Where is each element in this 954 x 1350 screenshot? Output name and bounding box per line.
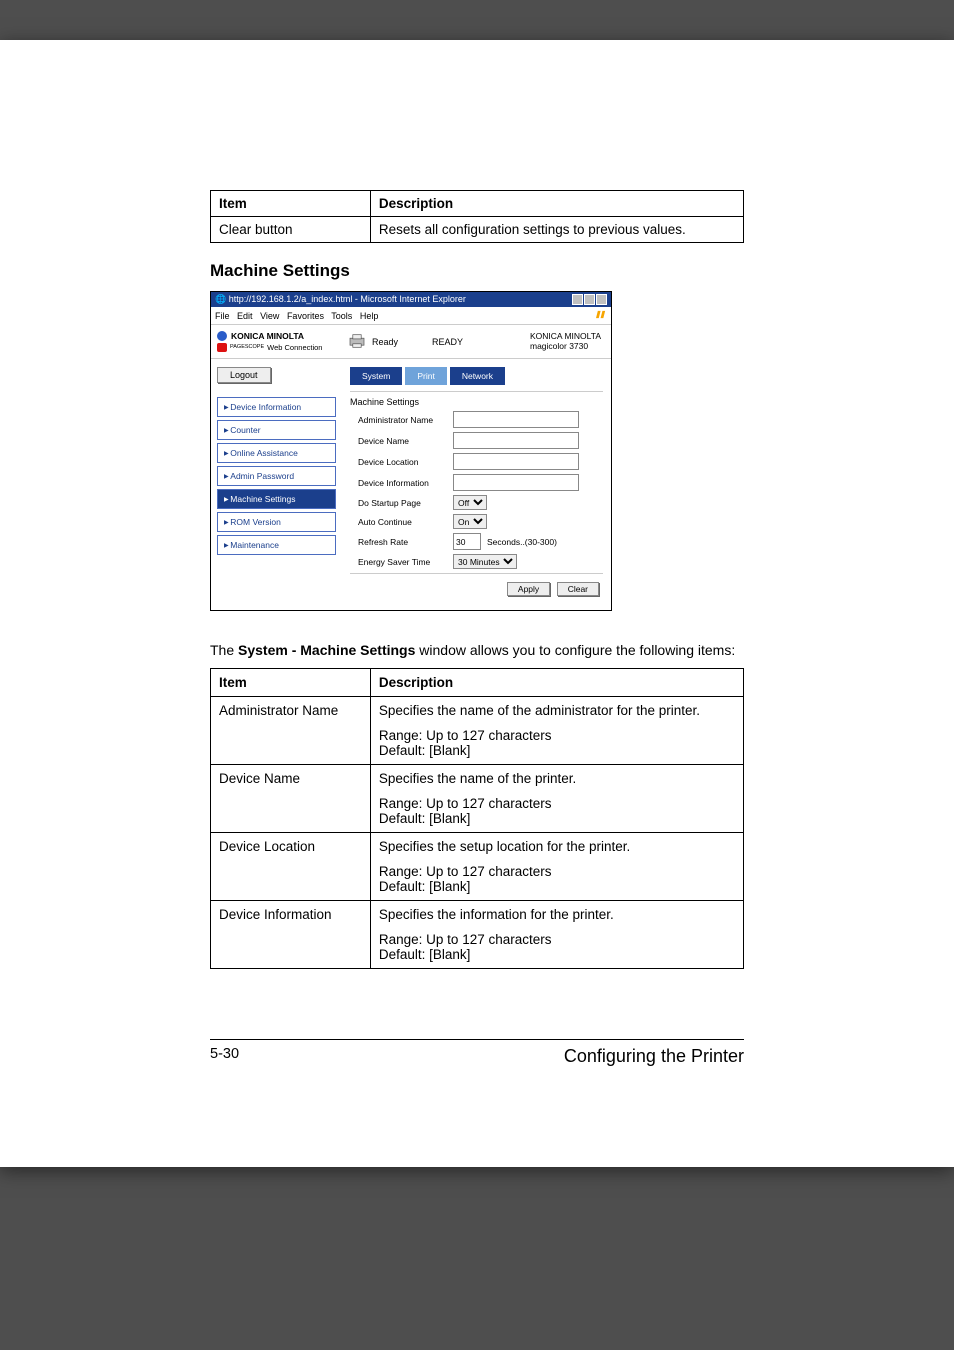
tab-print[interactable]: Print: [405, 367, 446, 385]
ie-logo-icon: [596, 309, 607, 322]
spec-row-devinfo-desc: Specifies the information for the printe…: [370, 900, 743, 968]
spec-row-admin-item: Administrator Name: [211, 696, 371, 764]
menu-tools[interactable]: Tools: [331, 311, 352, 321]
sidebar-nav: Device Information Counter Online Assist…: [217, 397, 336, 555]
sidebar-item-counter[interactable]: Counter: [217, 420, 336, 440]
logout-button[interactable]: Logout: [217, 367, 271, 383]
spec-row-devloc-desc: Specifies the setup location for the pri…: [370, 832, 743, 900]
printer-icon: [348, 334, 366, 350]
spec-table: Item Description Administrator Name Spec…: [210, 668, 744, 969]
window-titlebar: 🌐 http://192.168.1.2/a_index.html - Micr…: [211, 292, 611, 307]
ready-small: Ready: [372, 337, 398, 347]
menu-edit[interactable]: Edit: [237, 311, 253, 321]
tab-bar: System Print Network: [350, 367, 603, 385]
label-startup: Do Startup Page: [350, 498, 453, 508]
ready-status: READY: [432, 337, 463, 347]
refresh-input[interactable]: [453, 533, 481, 550]
td-clear-desc: Resets all configuration settings to pre…: [370, 217, 743, 243]
label-devloc: Device Location: [350, 457, 453, 467]
device-name-input[interactable]: [453, 432, 579, 449]
label-auto: Auto Continue: [350, 517, 453, 527]
label-refresh: Refresh Rate: [350, 537, 453, 547]
spec-row-devinfo-item: Device Information: [211, 900, 371, 968]
sidebar-item-rom[interactable]: ROM Version: [217, 512, 336, 532]
page-footer: 5-30 Configuring the Printer: [210, 1039, 744, 1067]
spec-th-desc: Description: [370, 668, 743, 696]
body-intro: The System - Machine Settings window all…: [210, 641, 744, 660]
form-title: Machine Settings: [350, 395, 603, 411]
apply-button[interactable]: Apply: [507, 582, 550, 596]
spec-row-devname-desc: Specifies the name of the printer. Range…: [370, 764, 743, 832]
device-location-input[interactable]: [453, 453, 579, 470]
spec-row-devname-item: Device Name: [211, 764, 371, 832]
label-energy: Energy Saver Time: [350, 557, 453, 567]
sidebar-item-admin-pw[interactable]: Admin Password: [217, 466, 336, 486]
brand-name: KONICA MINOLTA: [231, 331, 304, 341]
section-title: Machine Settings: [210, 261, 744, 281]
ie-icon: 🌐: [215, 294, 226, 304]
page-number: 5-30: [210, 1046, 239, 1067]
sidebar-item-online-assist[interactable]: Online Assistance: [217, 443, 336, 463]
label-devname: Device Name: [350, 436, 453, 446]
th-item: Item: [211, 191, 371, 217]
tab-network[interactable]: Network: [450, 367, 505, 385]
tab-system[interactable]: System: [350, 367, 402, 385]
window-title: http://192.168.1.2/a_index.html - Micros…: [229, 294, 466, 304]
spec-row-admin-desc: Specifies the name of the administrator …: [370, 696, 743, 764]
spec-row-devloc-item: Device Location: [211, 832, 371, 900]
menu-bar: File Edit View Favorites Tools Help: [211, 307, 611, 325]
menu-file[interactable]: File: [215, 311, 230, 321]
pagescope-icon: [217, 343, 227, 352]
menu-help[interactable]: Help: [360, 311, 379, 321]
energy-select[interactable]: 30 Minutes: [453, 554, 517, 569]
pagescope-small: PAGESCOPE: [230, 345, 264, 351]
page-footer-title: Configuring the Printer: [564, 1046, 744, 1067]
clear-button[interactable]: Clear: [557, 582, 599, 596]
sidebar-item-maintenance[interactable]: Maintenance: [217, 535, 336, 555]
logo-icon: [217, 331, 227, 341]
td-clear-item: Clear button: [211, 217, 371, 243]
th-desc: Description: [370, 191, 743, 217]
model-line2: magicolor 3730: [530, 341, 601, 351]
sidebar-item-machine-settings[interactable]: Machine Settings: [217, 489, 336, 509]
label-devinfo: Device Information: [350, 478, 453, 488]
top-table: Item Description Clear button Resets all…: [210, 190, 744, 243]
refresh-suffix: Seconds..(30-300): [487, 537, 557, 547]
spec-th-item: Item: [211, 668, 371, 696]
startup-select[interactable]: Off: [453, 495, 487, 510]
model-line1: KONICA MINOLTA: [530, 331, 601, 341]
pagescope-label: Web Connection: [267, 343, 322, 352]
menu-view[interactable]: View: [260, 311, 279, 321]
auto-continue-select[interactable]: On: [453, 514, 487, 529]
device-info-input[interactable]: [453, 474, 579, 491]
admin-name-input[interactable]: [453, 411, 579, 428]
menu-fav[interactable]: Favorites: [287, 311, 324, 321]
window-controls[interactable]: [572, 294, 607, 305]
label-admin: Administrator Name: [350, 415, 453, 425]
screenshot-figure: 🌐 http://192.168.1.2/a_index.html - Micr…: [210, 291, 612, 611]
sidebar-item-device-info[interactable]: Device Information: [217, 397, 336, 417]
